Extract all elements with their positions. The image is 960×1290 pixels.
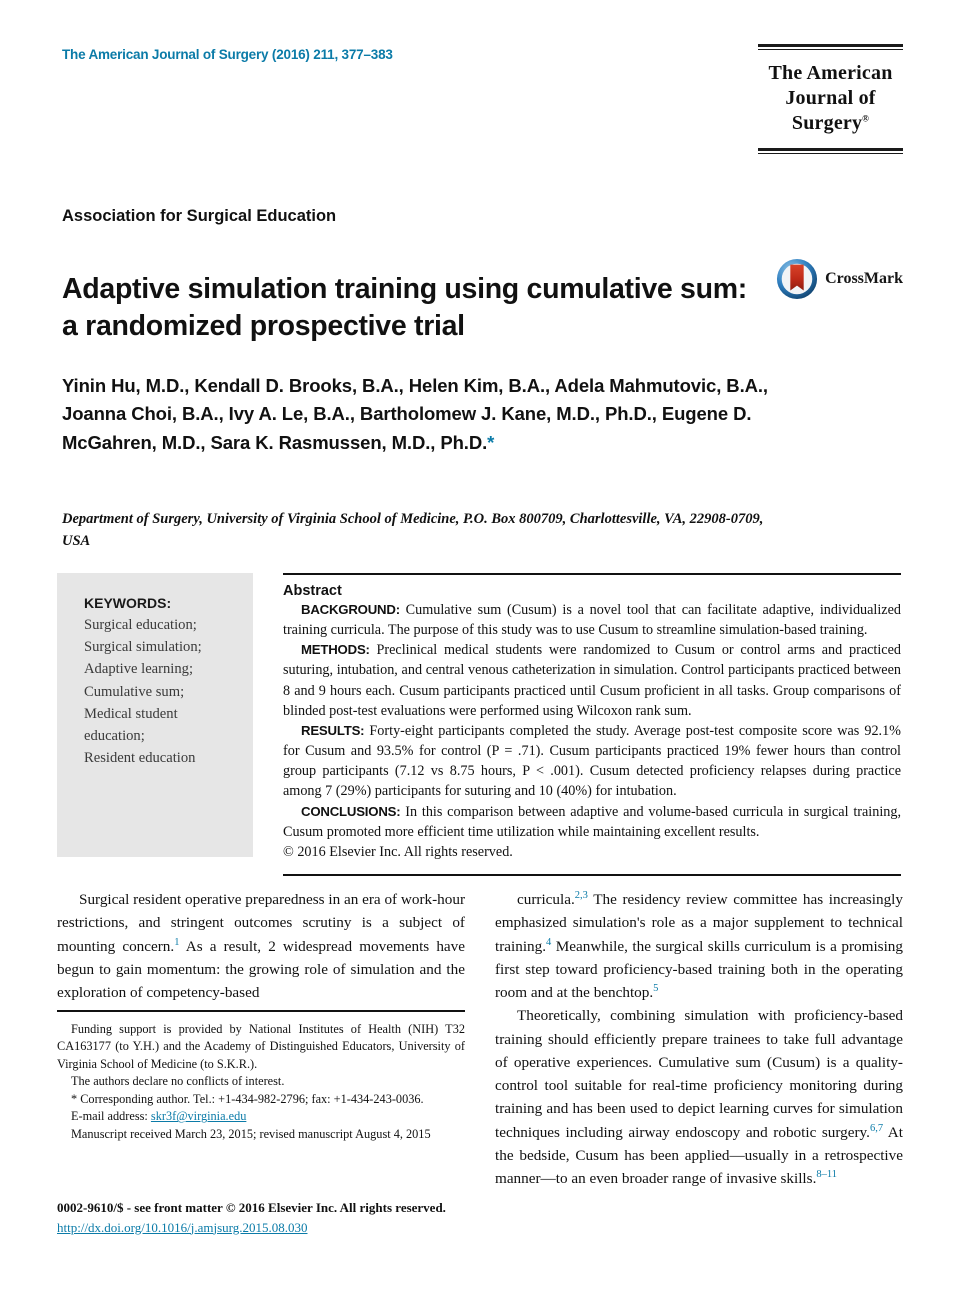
body-paragraph: Surgical resident operative preparedness… [57,891,466,1002]
reference-marker[interactable]: 8–11 [816,1169,837,1180]
logo-rule-top [758,44,903,50]
abstract-methods-label: METHODS: [301,642,370,658]
footnotes-block: Funding support is provided by National … [57,1010,465,1143]
abstract-rule-top [283,573,901,575]
abstract-conclusions-label: CONCLUSIONS: [301,803,401,819]
footnote-manuscript-dates: Manuscript received March 23, 2015; revi… [71,1126,431,1141]
footnote-rule [57,1010,465,1012]
abstract-copyright: © 2016 Elsevier Inc. All rights reserved… [283,843,513,860]
keywords-box: KEYWORDS: Surgical education; Surgical s… [57,573,253,857]
reference-marker[interactable]: 2,3 [575,890,588,901]
crossmark-badge[interactable]: CrossMark [776,258,903,300]
abstract-heading: Abstract [283,583,342,599]
logo-rule-bottom [758,148,903,154]
reference-marker[interactable]: 4 [546,937,551,948]
body-paragraph: Theoretically, combining simulation with… [495,1007,903,1188]
keyword-item: Cumulative sum; [84,683,185,700]
abstract-methods: METHODS: Preclinical medical students we… [283,640,901,721]
abstract-results-text: Forty-eight participants completed the s… [283,722,901,800]
society-label: Association for Surgical Education [62,207,337,225]
registered-mark-icon: ® [862,113,870,124]
abstract-results-label: RESULTS: [301,722,365,738]
journal-logo-line2: Journal of Surgery® [785,87,876,134]
keyword-item: Resident education [84,750,196,767]
article-page: The American Journal of Surgery (2016) 2… [0,0,960,1290]
abstract-background-label: BACKGROUND: [301,602,400,617]
reference-marker[interactable]: 5 [653,983,658,994]
abstract-rule-bottom [283,874,901,877]
issn-copyright-line: 0002-9610/$ - see front matter © 2016 El… [57,1200,446,1215]
keywords-title: KEYWORDS: [84,595,172,611]
reference-marker[interactable]: 1 [174,937,179,948]
journal-logo-line1: The American [768,62,893,84]
footnote-email: E-mail address: skr3f@virginia.edu [57,1108,465,1125]
journal-logo-title: The American Journal of Surgery® [758,61,903,136]
abstract-methods-text: Preclinical medical students were random… [283,642,901,719]
email-link[interactable]: skr3f@virginia.edu [151,1109,246,1123]
author-names: Yinin Hu, M.D., Kendall D. Brooks, B.A.,… [62,375,768,453]
author-list: Yinin Hu, M.D., Kendall D. Brooks, B.A.,… [62,372,822,457]
abstract-background: BACKGROUND: Cumulative sum (Cusum) is a … [283,600,901,640]
abstract-results: RESULTS: Forty-eight participants comple… [283,721,901,802]
body-column-left: Surgical resident operative preparedness… [57,888,465,1004]
keyword-item: Adaptive learning; [84,661,194,678]
journal-logo: The American Journal of Surgery® [758,44,903,154]
body-column-right: curricula.2,3 The residency review commi… [495,888,903,1191]
abstract-conclusions: CONCLUSIONS: In this comparison between … [283,802,901,842]
journal-reference: The American Journal of Surgery (2016) 2… [62,47,393,62]
corresponding-author-marker: * [487,431,495,453]
footnote-conflicts: The authors declare no conflicts of inte… [71,1074,285,1089]
keyword-item: Surgical simulation; [84,639,202,656]
keyword-item: Medical student [84,705,178,722]
affiliation: Department of Surgery, University of Vir… [62,511,764,550]
footnote-funding: Funding support is provided by National … [57,1022,465,1071]
reference-marker[interactable]: 6,7 [870,1123,883,1134]
doi-link[interactable]: http://dx.doi.org/10.1016/j.amjsurg.2015… [57,1220,308,1235]
crossmark-label: CrossMark [825,270,903,287]
email-label: E-mail address: [71,1109,148,1124]
page-header: The American Journal of Surgery (2016) 2… [0,0,960,185]
body-paragraph: curricula.2,3 The residency review commi… [495,890,903,1002]
crossmark-icon [777,258,818,300]
keyword-item: Surgical education; [84,617,197,633]
page-footer: 0002-9610/$ - see front matter © 2016 El… [57,1198,577,1237]
footnote-corresponding-author: * Corresponding author. Tel.: +1-434-982… [71,1091,424,1106]
page-title: Adaptive simulation training using cumul… [62,273,747,342]
keywords-list: Surgical education; Surgical simulation;… [84,614,239,769]
abstract-section: Abstract BACKGROUND: Cumulative sum (Cus… [283,573,901,877]
keyword-item: education; [84,727,145,744]
